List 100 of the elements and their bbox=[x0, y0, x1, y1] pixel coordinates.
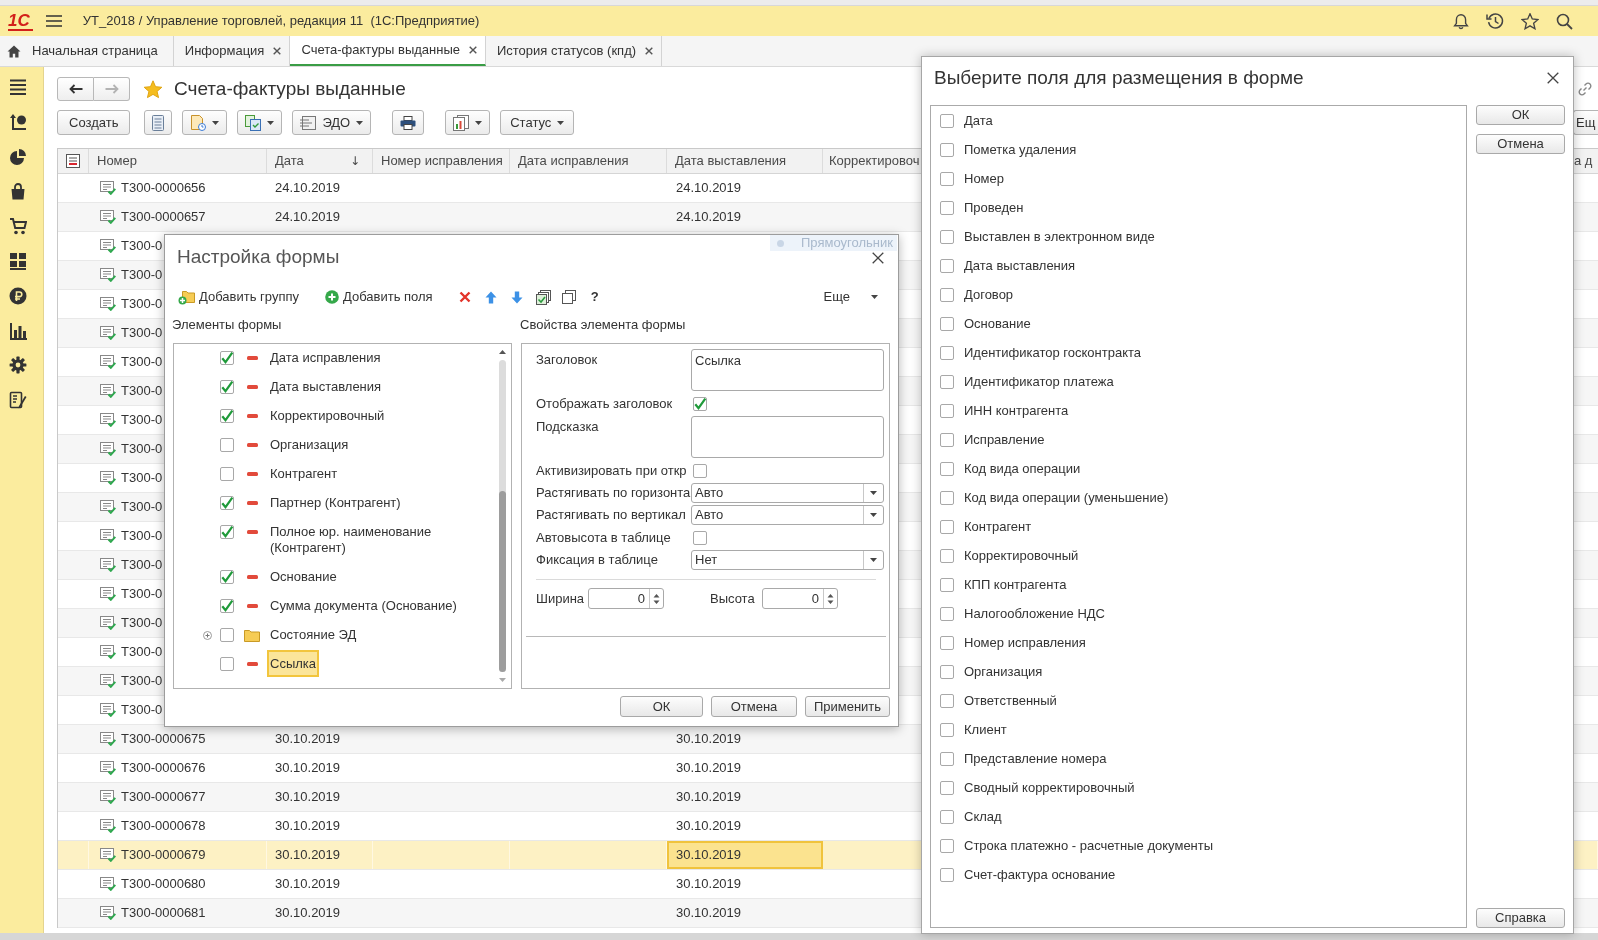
document-button[interactable] bbox=[182, 110, 228, 135]
checkbox[interactable] bbox=[940, 519, 954, 534]
add-group-button[interactable]: Добавить группу bbox=[178, 289, 299, 305]
apply-button[interactable]: Применить bbox=[805, 696, 890, 717]
star-icon[interactable] bbox=[1521, 12, 1539, 30]
column-header[interactable]: Корректировоч bbox=[829, 153, 920, 169]
checkbox[interactable] bbox=[940, 287, 954, 302]
column-header[interactable]: Дата выставления bbox=[675, 153, 787, 169]
list-item[interactable]: Налогообложение НДС bbox=[964, 605, 1105, 622]
close-icon[interactable] bbox=[273, 47, 282, 55]
checkbox[interactable] bbox=[940, 403, 954, 418]
checkbox[interactable] bbox=[220, 628, 234, 642]
checkbox[interactable] bbox=[940, 722, 954, 737]
spin-arrows-icon[interactable] bbox=[653, 592, 660, 605]
checkbox[interactable] bbox=[940, 113, 954, 128]
list-item[interactable]: Код вида операции bbox=[964, 460, 1081, 477]
list-item[interactable]: Идентификатор госконтракта bbox=[964, 344, 1142, 361]
more-button[interactable]: Ещ bbox=[1573, 110, 1598, 135]
documents-button[interactable] bbox=[237, 110, 283, 135]
ok-button[interactable]: ОК bbox=[620, 696, 703, 717]
tab[interactable]: История статусов (кпд) bbox=[485, 36, 663, 66]
help-button[interactable]: ? bbox=[590, 289, 599, 305]
column-header[interactable]: а д bbox=[1574, 153, 1593, 169]
shopping-bag-icon[interactable] bbox=[9, 182, 27, 201]
close-icon[interactable] bbox=[872, 252, 884, 264]
cancel-button[interactable]: Отмена bbox=[1476, 134, 1565, 154]
edo-button[interactable]: ЭДО bbox=[292, 110, 372, 135]
tree-item[interactable]: Полное юр. наименование (Контрагент) bbox=[267, 518, 493, 561]
back-button[interactable] bbox=[57, 77, 94, 101]
create-button[interactable]: Создать bbox=[57, 110, 131, 135]
copy-button[interactable] bbox=[561, 290, 576, 304]
list-item[interactable]: Идентификатор платежа bbox=[964, 373, 1114, 390]
scroll-down-icon[interactable] bbox=[498, 678, 506, 682]
scrollbar-track[interactable] bbox=[498, 360, 506, 672]
checkbox[interactable] bbox=[220, 380, 234, 394]
list-item[interactable]: Корректировочный bbox=[964, 547, 1079, 564]
bar-chart-icon[interactable] bbox=[9, 321, 27, 340]
checkbox[interactable] bbox=[940, 635, 954, 650]
tree-item[interactable]: Контрагент bbox=[267, 460, 341, 487]
checkbox[interactable] bbox=[940, 171, 954, 186]
scroll-up-icon[interactable] bbox=[498, 350, 506, 354]
checkbox[interactable] bbox=[220, 351, 234, 365]
dropdown-field[interactable]: Авто bbox=[691, 483, 884, 503]
link-icon[interactable] bbox=[1577, 81, 1593, 97]
list-item[interactable]: Основание bbox=[964, 315, 1031, 332]
settings-icon[interactable] bbox=[9, 356, 27, 375]
close-icon[interactable] bbox=[645, 47, 654, 55]
list-item[interactable]: Дата выставления bbox=[964, 257, 1076, 274]
tree-item[interactable]: Состояние ЭД bbox=[267, 621, 360, 648]
list-item[interactable]: Код вида операции (уменьшение) bbox=[964, 489, 1169, 506]
list-item[interactable]: Ответственный bbox=[964, 692, 1057, 709]
checkbox[interactable] bbox=[220, 570, 234, 584]
ruble-coin-icon[interactable] bbox=[9, 286, 27, 305]
dropdown-field[interactable]: Авто bbox=[691, 505, 884, 525]
column-header[interactable]: Дата bbox=[275, 153, 304, 169]
notepad-pencil-icon[interactable] bbox=[9, 391, 27, 410]
list-item[interactable]: Дата bbox=[964, 112, 993, 129]
checkbox[interactable] bbox=[693, 396, 707, 411]
checkbox[interactable] bbox=[940, 838, 954, 853]
more-button[interactable]: Еще bbox=[823, 289, 878, 305]
list-item[interactable]: Контрагент bbox=[964, 518, 1032, 535]
tree-item[interactable]: Ссылка bbox=[267, 650, 320, 677]
tab[interactable]: Счета-фактуры выданные bbox=[290, 36, 486, 66]
delete-button[interactable] bbox=[458, 291, 471, 303]
status-button[interactable]: Статус bbox=[500, 110, 575, 135]
history-icon[interactable] bbox=[1486, 12, 1504, 30]
checkbox[interactable] bbox=[940, 258, 954, 273]
checkbox[interactable] bbox=[940, 461, 954, 476]
list-item[interactable]: КПП контрагента bbox=[964, 576, 1067, 593]
list-item[interactable]: Организация bbox=[964, 663, 1043, 680]
checkbox[interactable] bbox=[220, 496, 234, 510]
column-header[interactable]: Номер исправления bbox=[381, 153, 503, 169]
list-item[interactable]: Исправление bbox=[964, 431, 1045, 448]
scrollbar-thumb[interactable] bbox=[498, 491, 506, 672]
checkbox[interactable] bbox=[940, 345, 954, 360]
check-all-button[interactable] bbox=[535, 289, 551, 305]
number-field[interactable]: 0 bbox=[762, 588, 838, 609]
expand-icon[interactable] bbox=[203, 630, 212, 640]
checkbox[interactable] bbox=[940, 490, 954, 505]
checkbox[interactable] bbox=[220, 438, 234, 452]
tree-item[interactable]: Партнер (Контрагент) bbox=[267, 489, 404, 516]
tree-item[interactable]: Основание bbox=[267, 563, 340, 590]
help-button[interactable]: Справка bbox=[1476, 908, 1565, 928]
report-button[interactable] bbox=[445, 110, 491, 135]
list-item[interactable]: Пометка удаления bbox=[964, 141, 1077, 158]
text-field[interactable] bbox=[691, 416, 884, 458]
list-button[interactable] bbox=[144, 110, 173, 135]
tab[interactable]: Начальная страница bbox=[0, 36, 174, 66]
list-item[interactable]: Номер исправления bbox=[964, 634, 1086, 651]
pie-chart-icon[interactable] bbox=[9, 147, 27, 166]
checkbox[interactable] bbox=[940, 432, 954, 447]
column-header[interactable]: Номер bbox=[97, 153, 137, 169]
checkbox[interactable] bbox=[940, 809, 954, 824]
checkbox[interactable] bbox=[940, 548, 954, 563]
add-fields-button[interactable]: Добавить поля bbox=[325, 289, 433, 305]
tree-item[interactable]: Дата выставления bbox=[267, 373, 385, 400]
cart-icon[interactable] bbox=[9, 217, 27, 236]
tree-item[interactable]: Сумма документа (Основание) bbox=[267, 592, 460, 619]
checkbox[interactable] bbox=[940, 316, 954, 331]
checkbox[interactable] bbox=[940, 606, 954, 621]
